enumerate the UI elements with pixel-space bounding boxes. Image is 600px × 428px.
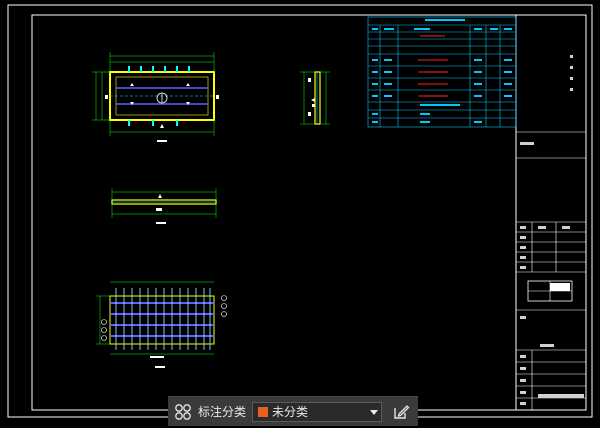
- cad-drawing-canvas[interactable]: .: [0, 0, 600, 428]
- annotation-toolbar: 标注分类 未分类: [168, 396, 418, 426]
- category-color-swatch: [258, 406, 269, 417]
- svg-text:.: .: [372, 127, 373, 131]
- category-selected-value: 未分类: [272, 405, 309, 419]
- title-block-logo: [527, 280, 573, 302]
- four-circles-icon[interactable]: [168, 397, 198, 427]
- annotation-category-label: 标注分类: [198, 405, 247, 419]
- annotation-category-select[interactable]: 未分类: [252, 401, 383, 422]
- edit-annotation-icon[interactable]: [386, 397, 416, 427]
- caret-down-icon[interactable]: [367, 405, 381, 419]
